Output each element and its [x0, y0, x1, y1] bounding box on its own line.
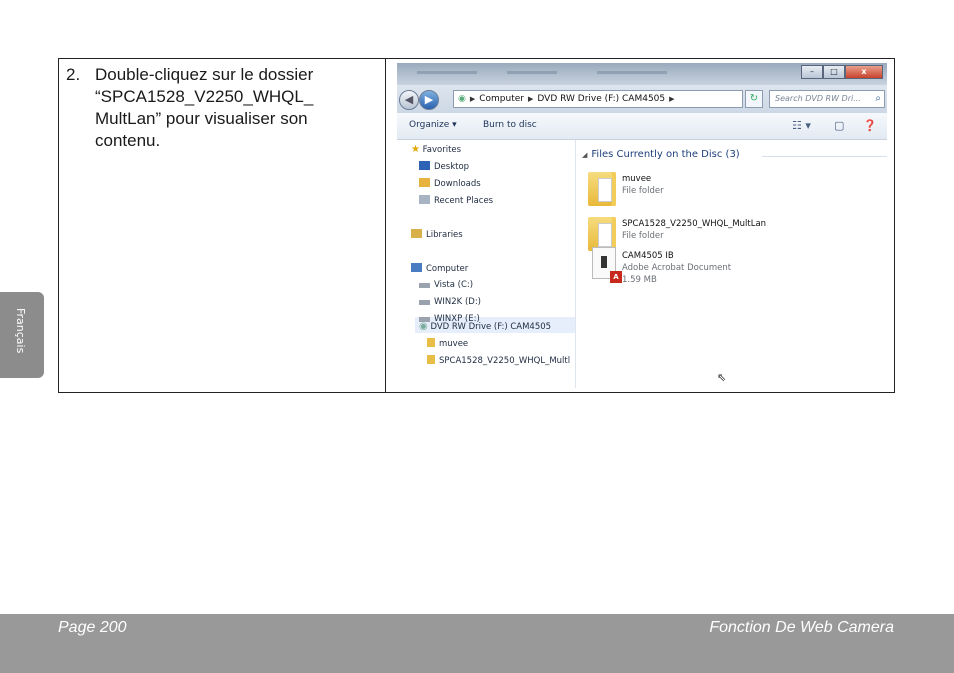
back-button[interactable]: ◀	[399, 90, 419, 110]
instruction-table: 2. Double-cliquez sur le dossier “SPCA15…	[58, 58, 895, 393]
nav-item-downloads[interactable]: Downloads	[419, 178, 481, 189]
preview-pane-icon[interactable]: ▢	[834, 119, 844, 132]
file-name: CAM4505 IB	[622, 251, 674, 261]
file-item-muvee[interactable]: muvee File folder	[588, 170, 878, 212]
maximize-button[interactable]: □	[823, 65, 845, 79]
explorer-screenshot: – □ x ◀ ▶ ◉ ▶ Computer ▶ DVD RW Drive (F:) C…	[397, 63, 887, 388]
folder-icon	[588, 172, 616, 206]
navigation-pane: ★ Favorites Desktop Downloads Recent Pla…	[397, 140, 576, 388]
group-header[interactable]: ◢ Files Currently on the Disc (3)	[582, 149, 887, 160]
mouse-cursor-icon: ⇖	[717, 371, 727, 384]
file-name: muvee	[622, 174, 652, 184]
file-name: SPCA1528_V2250_WHQL_MultLan	[622, 219, 767, 229]
nav-item-recent-places[interactable]: Recent Places	[419, 195, 493, 206]
breadcrumb-computer[interactable]: Computer	[479, 94, 524, 104]
burn-to-disc-button[interactable]: Burn to disc	[483, 120, 537, 130]
libraries-icon	[411, 229, 422, 238]
nav-item-win2k[interactable]: WIN2K (D:)	[419, 297, 481, 307]
language-label: Français	[14, 308, 27, 354]
file-size: 1.59 MB	[622, 275, 657, 285]
step-instruction: Double-cliquez sur le dossier “SPCA1528_…	[95, 65, 314, 150]
file-list: ◢ Files Currently on the Disc (3) muvee F…	[580, 140, 887, 388]
window-titlebar: – □ x	[397, 63, 887, 85]
help-icon[interactable]: ❓	[863, 119, 877, 132]
step-number: 2.	[66, 65, 81, 84]
collapse-icon: ◢	[582, 151, 588, 159]
close-button[interactable]: x	[845, 65, 883, 79]
file-type: File folder	[622, 231, 664, 241]
page-number: Page 200	[58, 619, 127, 636]
folder-icon	[588, 217, 616, 251]
organize-button[interactable]: Organize ▾	[409, 120, 457, 130]
folder-icon	[427, 355, 435, 364]
drive-icon	[419, 300, 430, 305]
nav-item-vista[interactable]: Vista (C:)	[419, 280, 473, 290]
recent-places-icon	[419, 195, 430, 204]
breadcrumb[interactable]: ◉ ▶ Computer ▶ DVD RW Drive (F:) CAM4505 ▶	[453, 90, 743, 108]
language-tab: Français	[0, 292, 44, 378]
forward-button[interactable]: ▶	[419, 90, 439, 110]
search-input[interactable]: Search DVD RW Dri... ⌕	[769, 90, 885, 108]
nav-item-spca[interactable]: SPCA1528_V2250_WHQL_Multl	[427, 355, 570, 366]
header-rule	[762, 156, 887, 157]
drive-icon	[419, 283, 430, 288]
command-toolbar: Organize ▾ Burn to disc ☷ ▾ ▢ ❓	[397, 113, 887, 140]
nav-item-dvd-drive[interactable]: ◉ DVD RW Drive (F:) CAM4505	[419, 321, 551, 332]
address-bar: ◀ ▶ ◉ ▶ Computer ▶ DVD RW Drive (F:) CAM4505…	[397, 85, 887, 113]
nav-item-computer[interactable]: Computer	[411, 263, 468, 274]
nav-item-libraries[interactable]: Libraries	[411, 229, 463, 240]
nav-item-muvee[interactable]: muvee	[427, 338, 468, 349]
view-options-icon[interactable]: ☷ ▾	[792, 119, 811, 132]
section-title: Fonction De Web Camera	[709, 619, 894, 636]
column-divider	[385, 59, 386, 392]
nav-item-desktop[interactable]: Desktop	[419, 161, 469, 172]
downloads-icon	[419, 178, 430, 187]
search-placeholder: Search DVD RW Dri...	[775, 94, 861, 103]
file-type: Adobe Acrobat Document	[622, 263, 732, 273]
nav-item-favorites[interactable]: ★ Favorites	[411, 144, 461, 155]
dvd-icon: ◉	[419, 321, 428, 332]
folder-icon	[427, 338, 435, 347]
file-type: File folder	[622, 186, 664, 196]
minimize-button[interactable]: –	[801, 65, 823, 79]
pdf-icon: A	[610, 271, 622, 283]
breadcrumb-dvd[interactable]: DVD RW Drive (F:) CAM4505	[537, 94, 665, 104]
star-icon: ★	[411, 144, 420, 155]
file-item-cam4505[interactable]: A CAM4505 IB Adobe Acrobat Document 1.59…	[588, 247, 878, 289]
page-footer: Page 200 Fonction De Web Camera	[0, 614, 954, 673]
computer-icon	[411, 263, 422, 272]
dvd-small-icon: ◉	[458, 94, 466, 104]
desktop-icon	[419, 161, 430, 170]
refresh-icon[interactable]: ↻	[745, 90, 763, 108]
search-icon: ⌕	[875, 93, 881, 104]
